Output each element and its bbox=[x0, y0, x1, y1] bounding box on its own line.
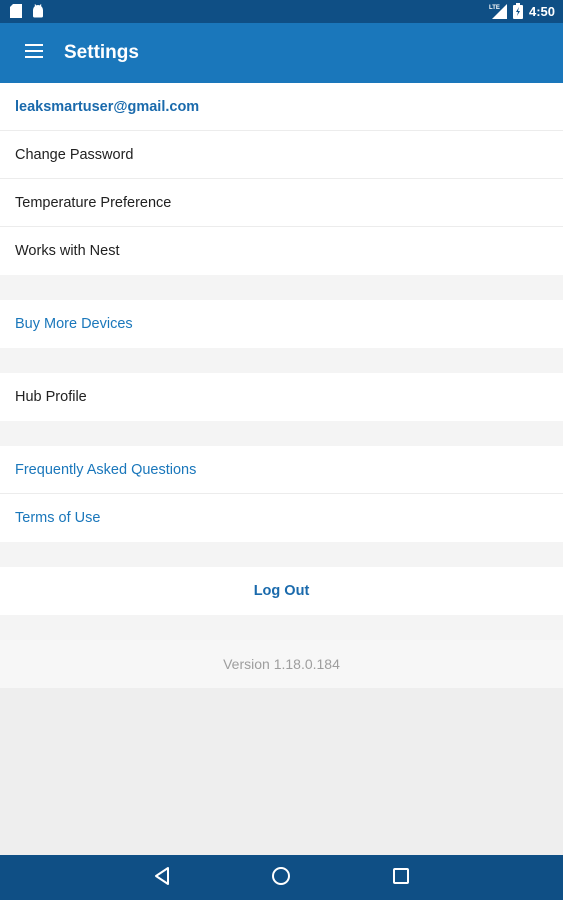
change-password-item[interactable]: Change Password bbox=[0, 131, 563, 179]
page-title: Settings bbox=[64, 42, 139, 63]
home-button[interactable] bbox=[268, 865, 294, 891]
home-icon bbox=[271, 866, 291, 891]
svg-text:LTE: LTE bbox=[489, 5, 500, 11]
back-icon bbox=[153, 866, 171, 891]
recents-icon bbox=[392, 867, 410, 890]
status-time: 4:50 bbox=[528, 3, 555, 19]
menu-button[interactable] bbox=[14, 37, 54, 69]
works-with-nest-item[interactable]: Works with Nest bbox=[0, 227, 563, 275]
buy-more-devices-link[interactable]: Buy More Devices bbox=[0, 300, 563, 348]
app-bar: Settings bbox=[0, 23, 563, 83]
battery-icon bbox=[512, 3, 523, 19]
faq-link[interactable]: Frequently Asked Questions bbox=[0, 446, 563, 494]
section-divider bbox=[0, 348, 563, 373]
notification-icons bbox=[10, 4, 45, 18]
version-label: Version 1.18.0.184 bbox=[0, 640, 563, 688]
status-bar: LTE 4:50 bbox=[0, 0, 563, 23]
section-divider bbox=[0, 275, 563, 300]
terms-of-use-link[interactable]: Terms of Use bbox=[0, 494, 563, 542]
sd-card-icon bbox=[10, 4, 22, 18]
recents-button[interactable] bbox=[388, 865, 414, 891]
signal-icon: LTE bbox=[489, 3, 507, 19]
log-out-button[interactable]: Log Out bbox=[0, 567, 563, 615]
navigation-bar bbox=[0, 855, 563, 900]
system-status: LTE 4:50 bbox=[489, 3, 555, 19]
section-divider bbox=[0, 421, 563, 446]
account-email: leaksmartuser@gmail.com bbox=[0, 83, 563, 131]
android-icon bbox=[31, 4, 45, 18]
section-divider bbox=[0, 615, 563, 640]
section-divider bbox=[0, 542, 563, 567]
back-button[interactable] bbox=[149, 865, 175, 891]
hub-profile-item[interactable]: Hub Profile bbox=[0, 373, 563, 421]
settings-list: leaksmartuser@gmail.com Change Password … bbox=[0, 83, 563, 688]
temperature-preference-item[interactable]: Temperature Preference bbox=[0, 179, 563, 227]
hamburger-menu-icon bbox=[25, 43, 43, 63]
